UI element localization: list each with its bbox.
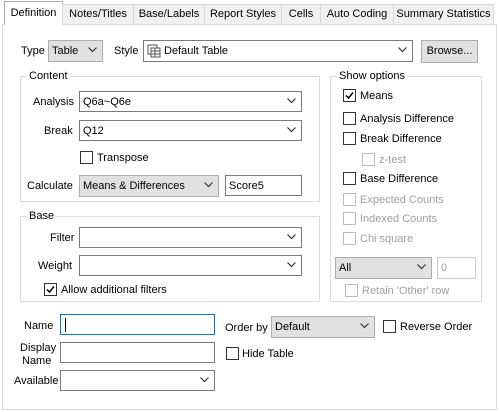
checkmark-icon [46,286,55,294]
style-value: Default Table [164,45,229,57]
hide-table-label: Hide Table [242,348,294,360]
retain-other-row-label: Retain 'Other' row [362,285,450,297]
break-difference-checkbox[interactable] [343,132,356,145]
calculate-value: Means & Differences [83,180,185,192]
chevron-down-icon [287,98,296,104]
transpose-label: Transpose [97,152,149,164]
table-style-icon [147,44,161,58]
display-name-field[interactable] [60,342,215,363]
chi-square-checkbox[interactable] [343,232,356,245]
break-label: Break [44,125,73,137]
analysis-dropdown[interactable]: Q6a~Q6e [79,91,302,112]
chevron-down-icon [398,47,407,53]
transpose-checkbox[interactable] [80,151,93,164]
available-label: Available [14,375,59,387]
allow-additional-filters-checkbox[interactable] [44,283,57,296]
weight-dropdown[interactable] [79,255,302,276]
expected-counts-checkbox[interactable] [343,193,356,206]
calculate-label: Calculate [27,180,73,192]
row-count-value: 0 [441,262,448,274]
chevron-down-icon [287,262,296,268]
browse-button[interactable]: Browse... [421,40,478,63]
z-test-label: z-test [379,154,406,166]
tab-auto-coding[interactable]: Auto Coding [320,4,394,24]
content-group-title: Content [27,69,70,83]
name-field[interactable] [60,314,215,335]
display-name-label-line2: Name [22,355,52,367]
allow-additional-filters-label: Allow additional filters [61,284,167,296]
z-test-checkbox[interactable] [362,153,375,166]
filter-dropdown[interactable] [79,227,302,248]
analysis-difference-checkbox[interactable] [343,112,356,125]
order-by-dropdown[interactable]: Default [271,316,375,338]
weight-label: Weight [38,260,73,272]
score-field[interactable]: Score5 [225,175,302,196]
chevron-down-icon [200,377,209,383]
all-dropdown[interactable]: All [335,257,432,279]
reverse-order-label: Reverse Order [400,321,473,333]
all-value: All [339,262,352,274]
tab-base-labels[interactable]: Base/Labels [133,4,205,24]
chevron-down-icon [287,234,296,240]
analysis-value: Q6a~Q6e [83,96,132,108]
chevron-down-icon [88,47,97,53]
display-name-label-line1: Display [20,342,57,354]
break-value: Q12 [83,125,104,137]
tab-cells[interactable]: Cells [281,4,321,24]
order-by-label: Order by [225,322,268,334]
text-caret [65,318,66,332]
chi-square-label: Chi square [360,233,414,245]
break-dropdown[interactable]: Q12 [79,120,302,141]
name-label: Name [24,320,54,332]
analysis-difference-label: Analysis Difference [360,113,454,125]
tab-report-styles[interactable]: Report Styles [204,4,282,24]
show-options-title: Show options [337,69,408,83]
type-value: Table [52,45,79,57]
expected-counts-label: Expected Counts [360,194,444,206]
analysis-label: Analysis [33,96,74,108]
means-label: Means [360,90,394,102]
tab-notes-titles[interactable]: Notes/Titles [62,4,134,24]
reverse-order-checkbox[interactable] [383,320,396,333]
indexed-counts-label: Indexed Counts [360,213,438,225]
retain-other-row-checkbox[interactable] [345,284,358,297]
chevron-down-icon [287,127,296,133]
base-difference-checkbox[interactable] [343,172,356,185]
score-value: Score5 [229,180,264,192]
order-by-value: Default [275,321,310,333]
row-count-field[interactable]: 0 [437,257,476,279]
chevron-down-icon [204,182,213,188]
means-checkbox[interactable] [343,89,356,102]
base-group-title: Base [27,209,57,223]
available-dropdown[interactable] [60,370,215,391]
type-label: Type [21,45,45,57]
active-tab-joiner [5,23,62,25]
filter-label: Filter [50,232,75,244]
tab-summary-statistics[interactable]: Summary Statistics [393,4,494,24]
base-difference-label: Base Difference [360,173,439,185]
chevron-down-icon [360,323,369,329]
tab-definition[interactable]: Definition [4,1,63,25]
checkmark-icon [345,92,354,100]
style-label: Style [114,45,139,57]
tab-bar: Definition Notes/Titles Base/Labels Repo… [0,0,499,25]
break-difference-label: Break Difference [360,133,442,145]
hide-table-checkbox[interactable] [226,347,239,360]
indexed-counts-checkbox[interactable] [343,212,356,225]
chevron-down-icon [417,264,426,270]
calculate-dropdown[interactable]: Means & Differences [79,175,219,197]
style-dropdown[interactable]: Default Table [143,40,413,62]
type-dropdown[interactable]: Table [48,40,103,62]
